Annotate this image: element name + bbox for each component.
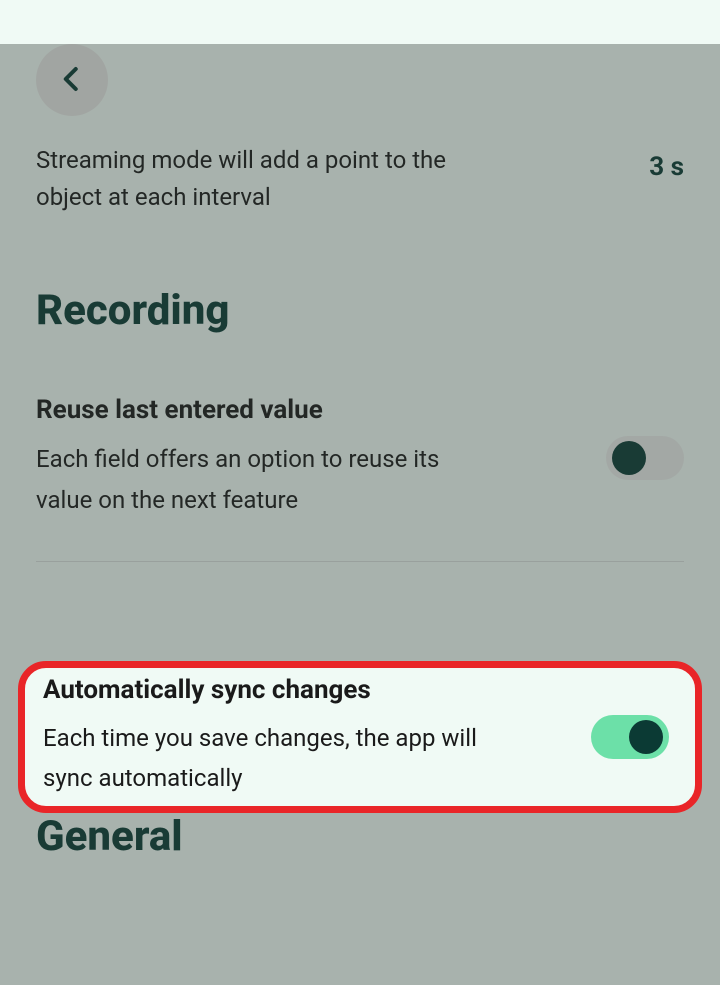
setting-autosync-desc: Each time you save changes, the app will… [43, 719, 493, 798]
setting-autosync-title: Automatically sync changes [43, 675, 493, 705]
section-title-recording: Recording [36, 286, 684, 335]
setting-reuse-last-value: Reuse last entered value Each field offe… [36, 395, 684, 521]
streaming-interval-desc: Streaming mode will add a point to the o… [36, 142, 456, 216]
chevron-left-icon [57, 64, 87, 97]
toggle-auto-sync[interactable] [591, 715, 669, 759]
back-button[interactable] [36, 44, 108, 116]
toggle-knob [612, 441, 646, 475]
streaming-interval-row[interactable]: Streaming mode will add a point to the o… [36, 128, 684, 216]
setting-reuse-title: Reuse last entered value [36, 395, 486, 425]
highlighted-setting: Automatically sync changes Each time you… [18, 661, 702, 813]
setting-reuse-desc: Each field offers an option to reuse its… [36, 439, 486, 521]
section-title-general: General [36, 812, 684, 861]
streaming-interval-value: 3 s [649, 152, 684, 182]
toggle-reuse-last-value[interactable] [606, 436, 684, 480]
toggle-knob [629, 720, 663, 754]
